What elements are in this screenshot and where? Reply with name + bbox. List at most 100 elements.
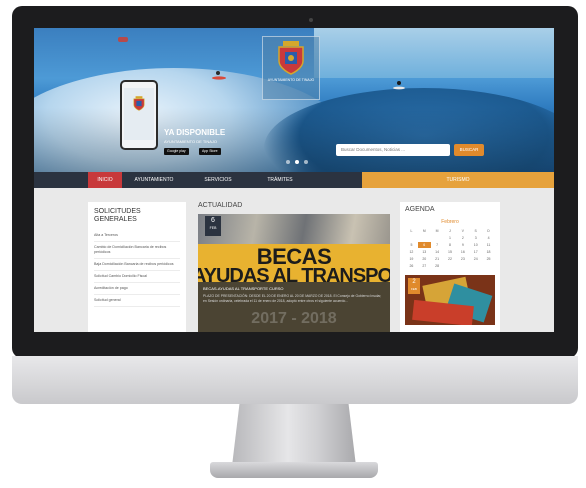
calendar-day[interactable]: 23: [456, 256, 469, 262]
weekday-header: S: [474, 229, 477, 233]
calendar-day[interactable]: 19: [405, 256, 418, 262]
sidebar-link[interactable]: Cambio de Domiciliación Bancaria de reci…: [94, 242, 180, 259]
calendar-empty: [418, 235, 431, 241]
calendar-day[interactable]: 4: [482, 235, 495, 241]
calendar-empty: [431, 235, 444, 241]
calendar-empty: [456, 263, 469, 269]
carousel-dot[interactable]: [304, 160, 308, 164]
carousel-dot[interactable]: [286, 160, 290, 164]
monitor-stand: [232, 404, 356, 466]
news-date-month: FEB: [209, 226, 217, 230]
sidebar-link[interactable]: Baja Domiciliación Bancaria de recibos p…: [94, 259, 180, 271]
calendar-day[interactable]: 10: [469, 242, 482, 248]
camera-icon: [309, 18, 313, 22]
event-date-badge: 2 FEB: [408, 278, 420, 294]
calendar-day[interactable]: 8: [444, 242, 457, 248]
calendar-day[interactable]: 17: [469, 249, 482, 255]
calendar-day[interactable]: 18: [482, 249, 495, 255]
calendar-day[interactable]: 7: [431, 242, 444, 248]
calendar-empty: [405, 235, 418, 241]
agenda-title: AGENDA: [405, 206, 435, 213]
hero-banner: AYUNTAMIENTO DE TINAJO YA DISPONIBLE AYU…: [34, 28, 554, 172]
crest-caption: AYUNTAMIENTO DE TINAJO: [267, 78, 315, 82]
search-input[interactable]: [336, 144, 450, 156]
calendar-empty: [482, 263, 495, 269]
crest-logo[interactable]: AYUNTAMIENTO DE TINAJO: [262, 36, 320, 100]
calendar-day[interactable]: 21: [431, 256, 444, 262]
sidebar-link[interactable]: Acreditación de pago: [94, 283, 180, 295]
weekday-header: M: [422, 229, 426, 233]
sidebar-link[interactable]: Alta a Terceros: [94, 230, 180, 242]
calendar-day[interactable]: 13: [418, 249, 431, 255]
calendar-day[interactable]: 25: [482, 256, 495, 262]
logo-mark-icon: [118, 37, 128, 43]
calendar-empty: [469, 263, 482, 269]
main-nav: INICIO AYUNTAMIENTO SERVICIOS TRÁMITES T…: [34, 172, 554, 188]
main-content: SOLICITUDES GENERALES Alta a Terceros Ca…: [34, 188, 554, 332]
calendar-empty: [444, 263, 457, 269]
news-section: ACTUALIDAD 6 FEB BECAS AYUDAS AL TRANSPO…: [198, 202, 390, 332]
surfer-icon: [212, 71, 226, 80]
app-phone-image: [120, 80, 158, 150]
weekday-header: M: [435, 229, 439, 233]
calendar-day[interactable]: 11: [482, 242, 495, 248]
weekday-header: V: [461, 229, 465, 233]
news-item-title[interactable]: BECAS-AYUDAS AL TRANSPORTE CURSO: [203, 286, 385, 291]
weekday-header: L: [410, 229, 413, 233]
calendar-day[interactable]: 1: [444, 235, 457, 241]
carousel-dot-active[interactable]: [295, 160, 299, 164]
news-date-badge: 6 FEB: [205, 216, 221, 236]
monitor-mockup: AYUNTAMIENTO DE TINAJO YA DISPONIBLE AYU…: [0, 0, 586, 488]
calendar-day[interactable]: 20: [418, 256, 431, 262]
calendar-day[interactable]: 3: [469, 235, 482, 241]
promo-subtitle: AYUNTAMIENTO DE TINAJO: [164, 139, 218, 144]
calendar-day[interactable]: 24: [469, 256, 482, 262]
calendar-day[interactable]: 2: [456, 235, 469, 241]
weekday-header: J: [449, 229, 451, 233]
calendar-day[interactable]: 12: [405, 249, 418, 255]
search-button[interactable]: BUSCAR: [454, 144, 484, 156]
surfer-icon: [393, 81, 405, 90]
nav-item-tramites[interactable]: TRÁMITES: [250, 172, 310, 188]
calendar-grid: L M M J V S D 1 2 3 4 5 6 7 8 9 10 11 12 13 14 15 16 17 18 19 20 21…: [405, 228, 495, 269]
calendar-day[interactable]: 16: [456, 249, 469, 255]
phone-screen: [124, 88, 154, 140]
agenda-widget: AGENDA Febrero L M M J V S D 1 2 3 4 5 6 7 8 9 10 11 12 13 1…: [400, 202, 500, 332]
promo-title: YA DISPONIBLE: [164, 128, 226, 137]
mini-logo[interactable]: [118, 37, 130, 43]
calendar-day[interactable]: 27: [418, 263, 431, 269]
calendar-day[interactable]: 14: [431, 249, 444, 255]
sidebar-link[interactable]: Solicitud general: [94, 295, 180, 307]
news-photo: [198, 214, 390, 244]
news-ghost-year: 2017 - 2018: [251, 310, 337, 327]
app-store-badge[interactable]: App Store: [199, 148, 221, 155]
google-play-badge[interactable]: Google play: [164, 148, 189, 155]
nav-item-turismo[interactable]: TURISMO: [362, 172, 554, 188]
website-screen: AYUNTAMIENTO DE TINAJO YA DISPONIBLE AYU…: [34, 28, 554, 332]
carousel-dots: [286, 160, 308, 164]
news-section-title: ACTUALIDAD: [198, 202, 243, 209]
nav-item-ayuntamiento[interactable]: AYUNTAMIENTO: [122, 172, 186, 188]
monitor-base: [210, 462, 378, 478]
sidebar-title: SOLICITUDES GENERALES: [94, 208, 141, 223]
calendar-day[interactable]: 26: [405, 263, 418, 269]
calendar-day[interactable]: 9: [456, 242, 469, 248]
coat-of-arms-icon: [278, 41, 304, 75]
weekday-header: D: [487, 229, 490, 233]
calendar-day[interactable]: 28: [431, 263, 444, 269]
nav-item-servicios[interactable]: SERVICIOS: [186, 172, 250, 188]
calendar-month: Febrero: [441, 219, 459, 225]
event-card[interactable]: 2 FEB: [405, 275, 495, 325]
calendar-day[interactable]: 22: [444, 256, 457, 262]
monitor-chin: [12, 356, 578, 404]
news-card[interactable]: 6 FEB BECAS AYUDAS AL TRANSPOR BECAS-AYU…: [198, 214, 390, 332]
news-item-text: PLAZO DE PRESENTACIÓN: DESDE EL 20 DE EN…: [203, 294, 382, 303]
requests-sidebar: SOLICITUDES GENERALES Alta a Terceros Ca…: [88, 202, 186, 332]
sidebar-link[interactable]: Solicitud Cambio Domicilio Fiscal: [94, 271, 180, 283]
event-day: 2: [412, 279, 416, 285]
nav-item-inicio[interactable]: INICIO: [88, 172, 122, 188]
calendar-day[interactable]: 15: [444, 249, 457, 255]
calendar-day[interactable]: 6: [417, 242, 431, 248]
calendar-day[interactable]: 5: [405, 242, 418, 248]
